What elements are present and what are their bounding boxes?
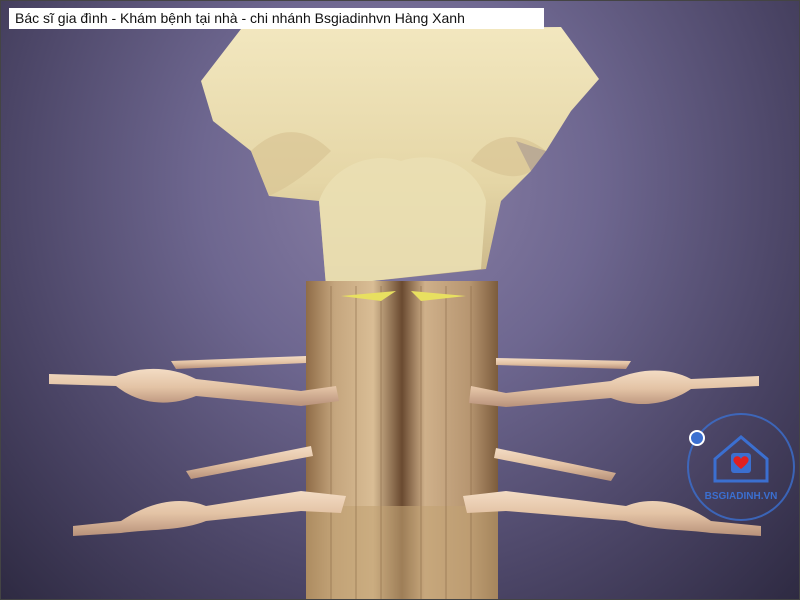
image-frame: Bác sĩ gia đình - Khám bệnh tại nhà - ch… [0,0,800,600]
image-caption: Bác sĩ gia đình - Khám bệnh tại nhà - ch… [9,8,544,29]
watermark-dot [689,430,705,446]
vertebra [201,27,599,286]
spinal-cord [306,281,498,599]
bsgiadinh-watermark: BSGIADINH.VN [687,413,795,521]
spinal-illustration [49,27,761,599]
nerve-roots-left [49,356,346,536]
watermark-text: BSGIADINH.VN [705,491,778,502]
